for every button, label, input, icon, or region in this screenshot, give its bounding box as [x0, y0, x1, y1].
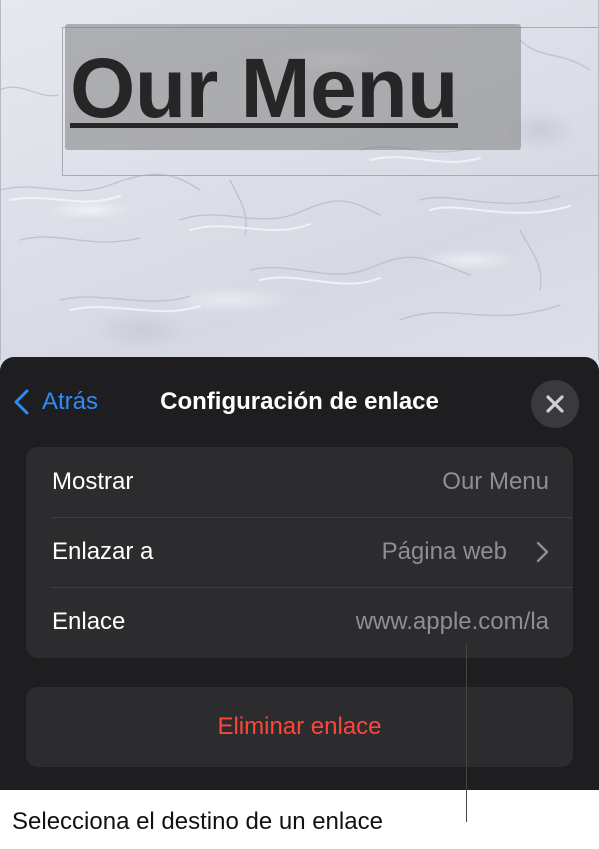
row-display[interactable]: Mostrar Our Menu — [26, 447, 573, 517]
remove-link-label: Eliminar enlace — [217, 713, 382, 740]
display-label: Mostrar — [52, 468, 134, 495]
link-to-value: Página web — [381, 538, 507, 565]
row-link-to[interactable]: Enlazar a Página web — [26, 517, 573, 587]
close-button[interactable] — [531, 380, 579, 428]
remove-link-button[interactable]: Eliminar enlace — [26, 687, 573, 767]
display-value[interactable]: Our Menu — [442, 468, 549, 496]
sheet-title: Configuración de enlace — [160, 388, 439, 415]
row-link-url[interactable]: Enlace www.apple.com/la — [26, 587, 573, 657]
callout-leader-line — [466, 643, 467, 822]
close-icon — [546, 395, 564, 413]
callout-caption: Selecciona el destino de un enlace — [12, 808, 383, 835]
link-settings-group: Mostrar Our Menu Enlazar a Página web En… — [26, 447, 573, 658]
link-settings-sheet: Atrás Configuración de enlace Mostrar Ou… — [0, 357, 599, 790]
link-url-field[interactable]: www.apple.com/la — [356, 608, 549, 636]
document-title[interactable]: Our Menu — [70, 38, 530, 138]
link-to-label: Enlazar a — [52, 538, 154, 565]
link-url-label: Enlace — [52, 608, 126, 635]
page-edge-left — [0, 0, 1, 360]
chevron-right-icon — [536, 541, 549, 563]
